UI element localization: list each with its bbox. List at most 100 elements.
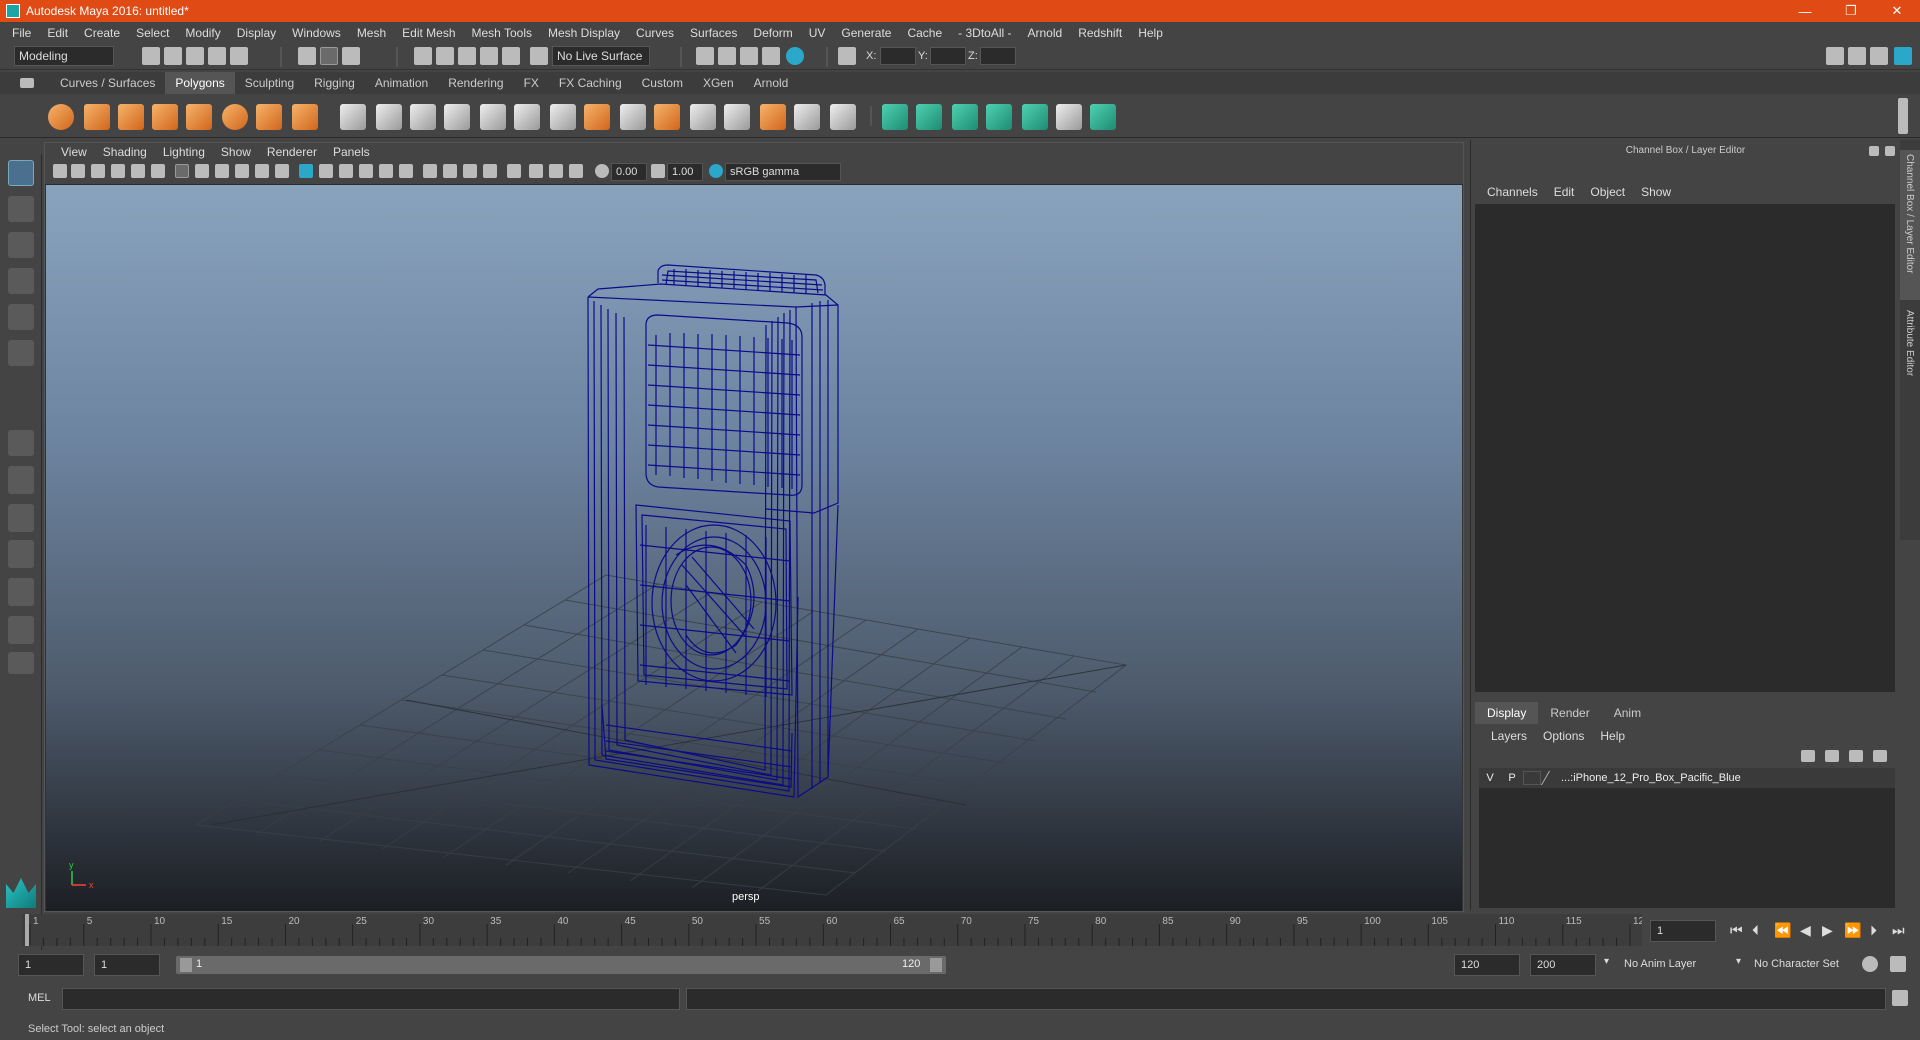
menu-modify[interactable]: Modify: [177, 26, 228, 40]
shelf-tab-arnold[interactable]: Arnold: [744, 72, 799, 94]
persp-outliner-layout-icon[interactable]: [8, 504, 34, 532]
shelf-scroll-icon[interactable]: [1898, 98, 1908, 134]
character-set-dropdown[interactable]: No Character Set: [1748, 954, 1868, 976]
cb-menu-show[interactable]: Show: [1633, 185, 1679, 199]
float-panel-icon[interactable]: [1869, 146, 1879, 156]
layout-menu-icon[interactable]: [8, 652, 34, 674]
automatic-mapping-icon[interactable]: [986, 104, 1012, 130]
spherical-mapping-icon[interactable]: [952, 104, 978, 130]
multi-cut-icon[interactable]: [550, 104, 576, 130]
reduce-icon[interactable]: [480, 104, 506, 130]
exposure-icon[interactable]: [595, 164, 609, 178]
xray-joints-icon[interactable]: [549, 164, 563, 178]
step-forward-key-icon[interactable]: ⏩: [1844, 922, 1861, 939]
x-coord-field[interactable]: [880, 47, 916, 65]
transform-mode-icon[interactable]: [838, 47, 856, 65]
save-scene-icon[interactable]: [186, 47, 204, 65]
new-empty-layer-icon[interactable]: [1849, 750, 1863, 762]
menu-3dtoall[interactable]: - 3DtoAll -: [950, 26, 1019, 40]
camera-select-icon[interactable]: [53, 164, 67, 178]
toggle-attribute-editor-icon[interactable]: [1848, 47, 1866, 65]
shelf-menu-icon[interactable]: [20, 78, 34, 88]
shelf-tab-polygons[interactable]: Polygons: [165, 72, 235, 94]
shelf-tab-sculpting[interactable]: Sculpting: [235, 72, 304, 94]
char-set-menu-icon[interactable]: ▾: [1736, 956, 1741, 967]
maya-home-icon[interactable]: [6, 878, 36, 908]
four-view-layout-icon[interactable]: [8, 466, 34, 494]
step-back-key-icon[interactable]: ⏪: [1774, 922, 1791, 939]
anim-layer-dropdown[interactable]: No Anim Layer: [1618, 954, 1738, 976]
menu-help[interactable]: Help: [1130, 26, 1171, 40]
menu-mesh-tools[interactable]: Mesh Tools: [464, 26, 540, 40]
menu-cache[interactable]: Cache: [899, 26, 950, 40]
animation-end-field[interactable]: 200: [1530, 954, 1596, 976]
poly-pipe-icon[interactable]: [292, 104, 318, 130]
select-component-icon[interactable]: [342, 47, 360, 65]
append-polygon-icon[interactable]: [760, 104, 786, 130]
anti-aliasing-icon[interactable]: [463, 164, 477, 178]
menu-windows[interactable]: Windows: [284, 26, 349, 40]
layer-tab-render[interactable]: Render: [1538, 702, 1601, 724]
new-scene-icon[interactable]: [142, 47, 160, 65]
target-weld-icon[interactable]: [724, 104, 750, 130]
cb-menu-channels[interactable]: Channels: [1479, 185, 1546, 199]
shelf-tab-rigging[interactable]: Rigging: [304, 72, 365, 94]
shelf-tab-custom[interactable]: Custom: [632, 72, 693, 94]
smooth-shade-icon[interactable]: [319, 164, 333, 178]
undo-icon[interactable]: [208, 47, 226, 65]
extrude-icon[interactable]: [584, 104, 610, 130]
playback-start-field[interactable]: 1: [94, 954, 160, 976]
menu-uv[interactable]: UV: [801, 26, 834, 40]
toggle-tool-settings-icon[interactable]: [1870, 47, 1888, 65]
channel-box-body[interactable]: [1475, 204, 1895, 692]
2d-pan-zoom-icon[interactable]: [131, 164, 145, 178]
gamma-field[interactable]: 1.00: [667, 163, 703, 181]
layer-type-toggle[interactable]: [1523, 771, 1541, 785]
snap-surface-icon[interactable]: [502, 47, 520, 65]
animation-prefs-icon[interactable]: [1890, 956, 1906, 972]
play-backwards-icon[interactable]: ◀: [1800, 922, 1811, 939]
single-perspective-layout-icon[interactable]: [8, 430, 34, 456]
ipr-render-icon[interactable]: [740, 47, 758, 65]
merge-icon[interactable]: [830, 104, 856, 130]
vp-menu-renderer[interactable]: Renderer: [259, 145, 325, 159]
cb-menu-edit[interactable]: Edit: [1546, 185, 1583, 199]
color-management-icon[interactable]: [709, 164, 723, 178]
move-layer-up-icon[interactable]: [1801, 750, 1815, 762]
redo-icon[interactable]: [230, 47, 248, 65]
exposure-field[interactable]: 0.00: [611, 163, 647, 181]
combine-icon[interactable]: [340, 104, 366, 130]
le-menu-options[interactable]: Options: [1535, 729, 1592, 743]
vp-menu-lighting[interactable]: Lighting: [155, 145, 213, 159]
gate-mask-icon[interactable]: [235, 164, 249, 178]
lasso-tool-icon[interactable]: [8, 196, 34, 222]
smooth-icon[interactable]: [444, 104, 470, 130]
layer-row[interactable]: V P ...:iPhone_12_Pro_Box_Pacific_Blue: [1479, 768, 1895, 788]
move-layer-down-icon[interactable]: [1825, 750, 1839, 762]
current-time-marker[interactable]: [25, 914, 29, 946]
bevel-icon[interactable]: [620, 104, 646, 130]
shelf-tab-rendering[interactable]: Rendering: [438, 72, 513, 94]
layer-visibility-toggle[interactable]: V: [1479, 772, 1501, 784]
wireframe-icon[interactable]: [299, 164, 313, 178]
separate-icon[interactable]: [376, 104, 402, 130]
open-scene-icon[interactable]: [164, 47, 182, 65]
gamma-icon[interactable]: [651, 164, 665, 178]
current-frame-field[interactable]: 1: [1650, 920, 1716, 942]
xray-icon[interactable]: [529, 164, 543, 178]
menu-mesh-display[interactable]: Mesh Display: [540, 26, 628, 40]
menu-mesh[interactable]: Mesh: [349, 26, 394, 40]
side-tab-attribute-editor-label[interactable]: Attribute Editor: [1904, 310, 1915, 376]
le-menu-help[interactable]: Help: [1592, 729, 1633, 743]
menu-select[interactable]: Select: [128, 26, 177, 40]
mode-dropdown[interactable]: Modeling: [14, 46, 114, 66]
layer-playback-toggle[interactable]: P: [1501, 772, 1523, 784]
field-chart-icon[interactable]: [255, 164, 269, 178]
perspective-viewport[interactable]: y x persp: [46, 185, 1462, 911]
menu-create[interactable]: Create: [76, 26, 128, 40]
range-slider-end-handle[interactable]: [930, 958, 942, 972]
grease-pencil-icon[interactable]: [151, 164, 165, 178]
menu-file[interactable]: File: [4, 26, 39, 40]
isolate-select-icon[interactable]: [507, 164, 521, 178]
layout-uv-icon[interactable]: [1090, 104, 1116, 130]
